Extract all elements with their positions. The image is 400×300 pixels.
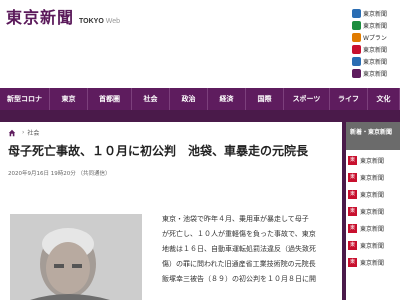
body-line: 地裁は１６日、自動車運転処罰法違反（過失致死 — [162, 245, 316, 253]
promo-icon — [352, 9, 361, 18]
promo-item[interactable]: 東京新聞 — [352, 44, 400, 55]
sidebar-item-text: 東京新聞 — [360, 158, 385, 165]
promo-text: 東京新聞 — [363, 47, 388, 54]
home-icon[interactable] — [8, 129, 16, 137]
tokyo-shimbun-icon: 東 — [348, 241, 357, 250]
nav-item-culture[interactable]: 文化 — [368, 88, 400, 110]
promo-item[interactable]: Wプラン — [352, 32, 400, 43]
nav-item-politics[interactable]: 政治 — [170, 88, 208, 110]
tokyo-shimbun-icon: 東 — [348, 173, 357, 182]
nav-item-shutoken[interactable]: 首都圏 — [88, 88, 132, 110]
article-photo — [10, 214, 142, 300]
body-line: 傷）の罪に問われた旧通産省工業技術院の元院長 — [162, 260, 316, 268]
site-header: 東京新聞 TOKYO Web 東京新聞 東京新聞 Wプラン 東京新聞 東京新聞 … — [0, 0, 400, 82]
body-line: が死亡し、１０人が重軽傷を負った事故で、東京 — [162, 230, 316, 238]
portrait-image — [10, 214, 142, 300]
nav-item-life[interactable]: ライフ — [330, 88, 368, 110]
promo-item[interactable]: 東京新聞 — [352, 68, 400, 79]
sidebar-item[interactable]: 東 東京新聞 — [346, 239, 400, 252]
sidebar-item[interactable]: 東 東京新聞 — [346, 222, 400, 235]
body-line: 飯塚幸三被告（８９）の初公判を１０月８日に開 — [162, 275, 316, 283]
sidebar-item[interactable]: 東 東京新聞 — [346, 171, 400, 184]
promo-item[interactable]: 東京新聞 — [352, 8, 400, 19]
tokyo-shimbun-icon: 東 — [348, 207, 357, 216]
breadcrumb-separator: › — [22, 129, 25, 136]
sidebar-item[interactable]: 東 東京新聞 — [346, 154, 400, 167]
breadcrumb: › 社会 — [8, 128, 39, 137]
promo-list: 東京新聞 東京新聞 Wプラン 東京新聞 東京新聞 東京新聞 — [352, 8, 400, 80]
sidebar-item-text: 東京新聞 — [360, 209, 385, 216]
sidebar-item[interactable]: 東 東京新聞 — [346, 205, 400, 218]
promo-text: 東京新聞 — [363, 11, 388, 18]
sidebar-item-text: 東京新聞 — [360, 175, 385, 182]
sidebar-item-text: 東京新聞 — [360, 260, 385, 267]
promo-text: 東京新聞 — [363, 71, 388, 78]
tokyo-shimbun-icon: 東 — [348, 190, 357, 199]
sidebar-heading: 新着・東京新聞 — [346, 122, 400, 150]
main-nav: 新型コロナ 東京 首都圏 社会 政治 経済 国際 スポーツ ライフ 文化 — [0, 88, 400, 110]
sidebar-item-text: 東京新聞 — [360, 192, 385, 199]
article-title: 母子死亡事故、１０月に初公判 池袋、車暴走の元院長 — [8, 144, 309, 158]
article-body: 東京・池袋で昨年４月、乗用車が暴走して母子 が死亡し、１０人が重軽傷を負った事故… — [162, 212, 338, 287]
promo-icon — [352, 33, 361, 42]
promo-icon — [352, 69, 361, 78]
sidebar: 新着・東京新聞 東 東京新聞 東 東京新聞 東 東京新聞 東 東京新聞 東 東京… — [346, 122, 400, 300]
promo-text: 東京新聞 — [363, 23, 388, 30]
logo-en-text: TOKYO — [79, 18, 104, 25]
promo-icon — [352, 21, 361, 30]
article-date: 2020年9月16日 19時20分 （共同通信） — [8, 171, 111, 177]
promo-text: 東京新聞 — [363, 59, 388, 66]
logo-web-text: Web — [105, 18, 121, 25]
nav-item-economy[interactable]: 経済 — [208, 88, 246, 110]
sidebar-item-text: 東京新聞 — [360, 226, 385, 233]
promo-item[interactable]: 東京新聞 — [352, 20, 400, 31]
tokyo-shimbun-icon: 東 — [348, 258, 357, 267]
logo-jp: 東京新聞 — [6, 8, 75, 27]
sidebar-item[interactable]: 東 東京新聞 — [346, 256, 400, 269]
nav-item-tokyo[interactable]: 東京 — [50, 88, 88, 110]
nav-item-international[interactable]: 国際 — [246, 88, 284, 110]
tokyo-shimbun-icon: 東 — [348, 156, 357, 165]
nav-item-society[interactable]: 社会 — [132, 88, 170, 110]
tokyo-shimbun-icon: 東 — [348, 224, 357, 233]
promo-item[interactable]: 東京新聞 — [352, 56, 400, 67]
body-line: 東京・池袋で昨年４月、乗用車が暴走して母子 — [162, 215, 309, 223]
nav-item-sports[interactable]: スポーツ — [284, 88, 330, 110]
nav-item-covid[interactable]: 新型コロナ — [0, 88, 50, 110]
promo-icon — [352, 45, 361, 54]
article-container: › 社会 母子死亡事故、１０月に初公判 池袋、車暴走の元院長 2020年9月16… — [0, 122, 342, 300]
promo-icon — [352, 57, 361, 66]
site-logo[interactable]: 東京新聞 TOKYO Web — [6, 4, 120, 28]
logo-en: TOKYO Web — [79, 18, 120, 25]
breadcrumb-section[interactable]: 社会 — [27, 128, 39, 137]
sidebar-item[interactable]: 東 東京新聞 — [346, 188, 400, 201]
sidebar-item-text: 東京新聞 — [360, 243, 385, 250]
promo-text: Wプラン — [363, 35, 387, 42]
